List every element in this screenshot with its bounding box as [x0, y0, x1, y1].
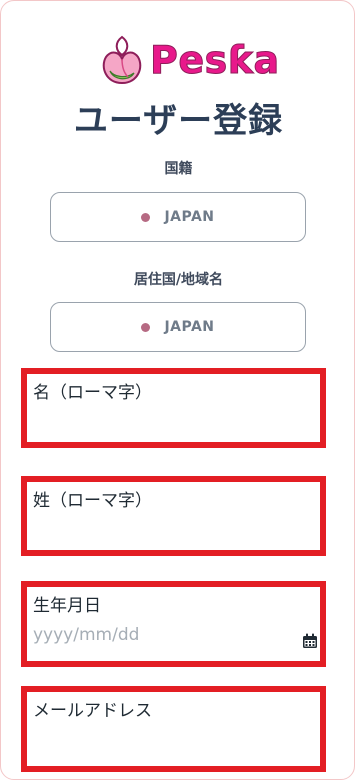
residence-select[interactable]: JAPAN	[50, 302, 306, 352]
peach-logo-icon	[102, 35, 142, 85]
email-label: メールアドレス	[33, 701, 152, 721]
residence-label: 居住国/地域名	[133, 272, 224, 288]
last-name-label: 姓（ローマ字）	[33, 491, 152, 511]
flag-dot-icon	[141, 212, 151, 222]
email-input[interactable]	[27, 732, 320, 766]
page-title: ユーザー登録	[73, 101, 284, 141]
first-name-input[interactable]	[27, 408, 320, 442]
last-name-input[interactable]	[27, 516, 320, 550]
nationality-select[interactable]: JAPAN	[50, 192, 306, 242]
residence-value: JAPAN	[164, 319, 215, 335]
birthdate-label: 生年月日	[33, 596, 101, 616]
calendar-icon[interactable]	[302, 633, 318, 649]
first-name-label: 名（ローマ字）	[33, 383, 152, 403]
nationality-value: JAPAN	[164, 209, 215, 225]
registration-card: Pesƙa ユーザー登録 国籍 JAPAN 居住国/地域名 JAPAN 名（ロー…	[0, 0, 355, 780]
flag-dot-icon	[141, 322, 151, 332]
brand-logo-text: Pesƙa	[150, 38, 280, 82]
email-field: メールアドレス	[21, 686, 326, 772]
birthdate-field: 生年月日 yyyy/mm/dd	[21, 581, 326, 667]
first-name-field: 名（ローマ字）	[21, 368, 326, 448]
brand-logo: Pesƙa	[96, 29, 280, 91]
last-name-field: 姓（ローマ字）	[21, 476, 326, 556]
nationality-label: 国籍	[164, 161, 193, 177]
birthdate-input[interactable]: yyyy/mm/dd	[33, 625, 139, 645]
